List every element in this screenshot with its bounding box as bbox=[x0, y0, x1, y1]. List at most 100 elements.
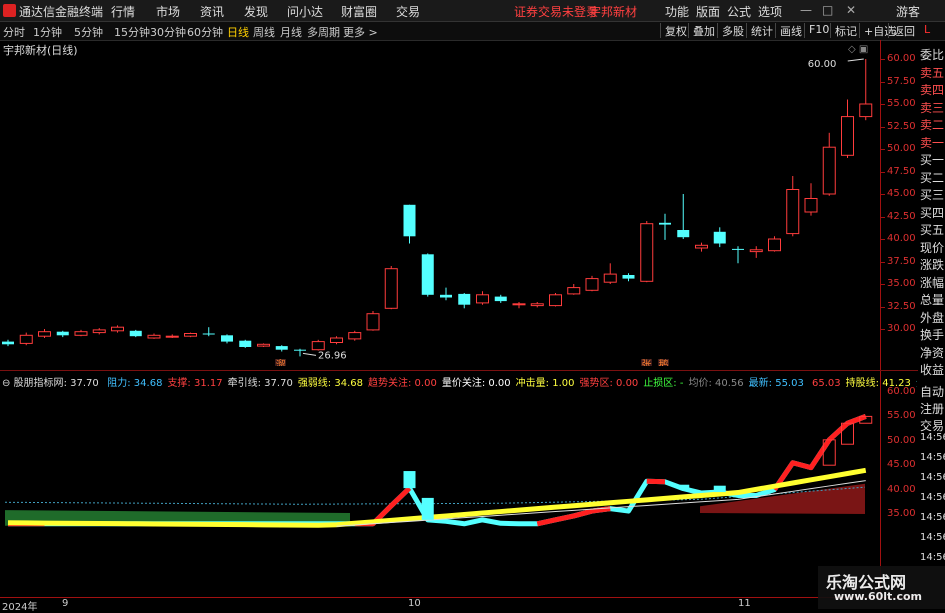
overlay-button[interactable]: 叠加 bbox=[688, 23, 719, 38]
candle bbox=[148, 334, 160, 339]
menu-item-quotes[interactable]: 行情 bbox=[111, 3, 135, 20]
f10-button[interactable]: F10 bbox=[804, 23, 833, 38]
side-item[interactable]: 卖五 bbox=[920, 64, 944, 81]
candle bbox=[513, 302, 525, 308]
candle bbox=[166, 334, 178, 338]
back-button[interactable]: 返回 bbox=[888, 23, 919, 38]
menu-item-ask-xiaoda[interactable]: 问小达 bbox=[287, 3, 323, 20]
candle bbox=[312, 340, 324, 351]
side-item[interactable]: 买三 bbox=[920, 186, 944, 203]
side-item[interactable]: 卖一 bbox=[920, 134, 944, 151]
draw-line-button[interactable]: 画线 bbox=[775, 23, 806, 38]
menu-item-trade[interactable]: 交易 bbox=[396, 3, 420, 20]
menu-item-formula[interactable]: 公式 bbox=[727, 3, 751, 20]
mark-button[interactable]: 标记 bbox=[830, 23, 861, 38]
multi-stock-button[interactable]: 多股 bbox=[717, 23, 748, 38]
main-y-tick: 37.50 bbox=[887, 256, 916, 267]
side-item[interactable]: 买四 bbox=[920, 204, 944, 221]
watermark: 乐淘公式网 www.60lt.com bbox=[818, 566, 945, 609]
candle bbox=[221, 334, 233, 343]
menu-item-wealth-circle[interactable]: 财富圈 bbox=[341, 3, 377, 20]
main-y-tick: 50.00 bbox=[887, 143, 916, 154]
side-item[interactable]: 现价 bbox=[920, 239, 944, 256]
main-y-tick-mark bbox=[881, 307, 885, 308]
candle bbox=[823, 133, 835, 196]
menu-item-market[interactable]: 市场 bbox=[156, 3, 180, 20]
x-label-oct: 10 bbox=[408, 598, 421, 609]
indicator-first-value: : 37.70 bbox=[64, 378, 99, 388]
indicator-name[interactable]: 股朋指标网 bbox=[14, 378, 64, 388]
candle bbox=[842, 100, 854, 159]
side-item-bottom[interactable]: 注册 bbox=[920, 400, 944, 417]
period-60min[interactable]: 60分钟 bbox=[187, 24, 223, 40]
x-label-nov: 11 bbox=[738, 598, 751, 609]
candle-body bbox=[258, 344, 270, 346]
main-y-tick: 42.50 bbox=[887, 211, 916, 222]
period-30min[interactable]: 30分钟 bbox=[150, 24, 186, 40]
candle bbox=[458, 293, 470, 308]
period-weekly[interactable]: 周线 bbox=[253, 24, 275, 40]
side-item-bottom[interactable]: 自动 bbox=[920, 383, 944, 400]
side-item[interactable]: 总量 bbox=[920, 291, 944, 308]
side-item[interactable]: 卖四 bbox=[920, 81, 944, 98]
candle bbox=[604, 263, 616, 284]
period-1min[interactable]: 1分钟 bbox=[33, 24, 62, 40]
side-item[interactable]: 外盘 bbox=[920, 309, 944, 326]
candle-body bbox=[331, 338, 343, 343]
minimize-button[interactable]: — bbox=[800, 3, 812, 17]
menu-item-options[interactable]: 选项 bbox=[758, 3, 782, 20]
statistics-button[interactable]: 统计 bbox=[746, 23, 777, 38]
period-daily[interactable]: 日线 bbox=[227, 24, 249, 40]
side-item[interactable]: 卖二 bbox=[920, 116, 944, 133]
candle-body bbox=[312, 342, 324, 350]
candle bbox=[568, 284, 580, 295]
guest-user[interactable]: 游客 bbox=[896, 3, 920, 20]
candle-body bbox=[404, 205, 416, 237]
marker-1: 溜 bbox=[276, 358, 286, 366]
main-y-tick: 32.50 bbox=[887, 301, 916, 312]
adjust-button[interactable]: 复权 bbox=[660, 23, 691, 38]
side-item[interactable]: 买二 bbox=[920, 169, 944, 186]
side-item[interactable]: 委比 bbox=[920, 46, 944, 63]
trade-login-notice[interactable]: 证券交易未登录 bbox=[514, 3, 598, 20]
menu-item-function[interactable]: 功能 bbox=[665, 3, 689, 20]
close-button[interactable]: ✕ bbox=[846, 3, 856, 17]
candle-body bbox=[148, 335, 160, 338]
period-15min[interactable]: 15分钟 bbox=[114, 24, 150, 40]
side-time: 14:56 bbox=[920, 472, 945, 483]
main-y-axis: 60.0057.5055.0052.5050.0047.5045.0042.50… bbox=[880, 40, 919, 370]
period-tick[interactable]: 分时 bbox=[3, 24, 25, 40]
indicator-collapse-icon[interactable]: ⊖ bbox=[2, 378, 14, 388]
indicator-field: 牵引线: 37.70 bbox=[228, 378, 293, 388]
menu-item-discover[interactable]: 发现 bbox=[244, 3, 268, 20]
candle bbox=[276, 345, 288, 351]
menu-item-news[interactable]: 资讯 bbox=[200, 3, 224, 20]
indicator-candle bbox=[677, 485, 689, 489]
menu-item-layout[interactable]: 版面 bbox=[696, 3, 720, 20]
side-time: 14:56 bbox=[920, 532, 945, 543]
period-monthly[interactable]: 月线 bbox=[280, 24, 302, 40]
indicator-field: 65.03 bbox=[809, 378, 841, 388]
side-item[interactable]: 卖三 bbox=[920, 99, 944, 116]
indicator-y-tick: 60.00 bbox=[887, 386, 916, 397]
period-toolbar: 分时 1分钟 5分钟 15分钟 30分钟 60分钟 日线 周线 月线 多周期 更… bbox=[0, 22, 945, 41]
side-item[interactable]: 买一 bbox=[920, 151, 944, 168]
period-multi[interactable]: 多周期 bbox=[307, 24, 340, 40]
candle bbox=[623, 273, 635, 281]
side-item[interactable]: 净资 bbox=[920, 344, 944, 361]
maximize-button[interactable]: □ bbox=[822, 3, 833, 17]
period-more[interactable]: 更多 > bbox=[343, 24, 378, 40]
candle bbox=[769, 236, 781, 251]
candle-body bbox=[130, 331, 142, 336]
side-item[interactable]: 买五 bbox=[920, 221, 944, 238]
side-item[interactable]: 涨跌 bbox=[920, 256, 944, 273]
side-item[interactable]: 换手 bbox=[920, 326, 944, 343]
side-time: 14:56 bbox=[920, 452, 945, 463]
candle-body bbox=[294, 350, 306, 351]
main-y-tick: 60.00 bbox=[887, 53, 916, 64]
side-item[interactable]: 收益 bbox=[920, 361, 944, 378]
candle bbox=[39, 329, 51, 338]
period-5min[interactable]: 5分钟 bbox=[74, 24, 103, 40]
side-item[interactable]: 涨幅 bbox=[920, 274, 944, 291]
indicator-y-axis: 60.0055.0050.0045.0040.0035.00 bbox=[880, 371, 919, 595]
